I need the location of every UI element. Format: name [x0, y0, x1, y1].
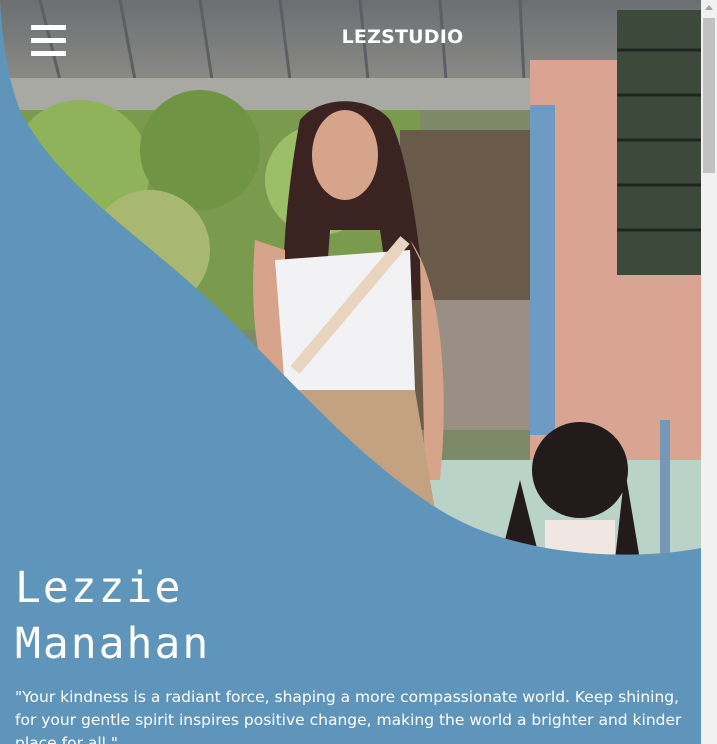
page: LEZSTUDIO Lezzie Manahan "Your kindness … — [0, 0, 701, 744]
hero-quote: "Your kindness is a radiant force, shapi… — [15, 688, 682, 744]
scroll-up-arrow-icon[interactable] — [705, 5, 713, 10]
hero-last-name: Manahan — [15, 619, 211, 669]
brand-logo[interactable]: LEZSTUDIO — [0, 26, 701, 48]
hero-name: Lezzie Manahan — [15, 560, 210, 672]
hamburger-menu-icon-bar — [31, 51, 66, 56]
hero-first-name: Lezzie — [15, 563, 183, 613]
scrollbar-thumb[interactable] — [703, 18, 715, 173]
hero-photo — [0, 0, 701, 555]
